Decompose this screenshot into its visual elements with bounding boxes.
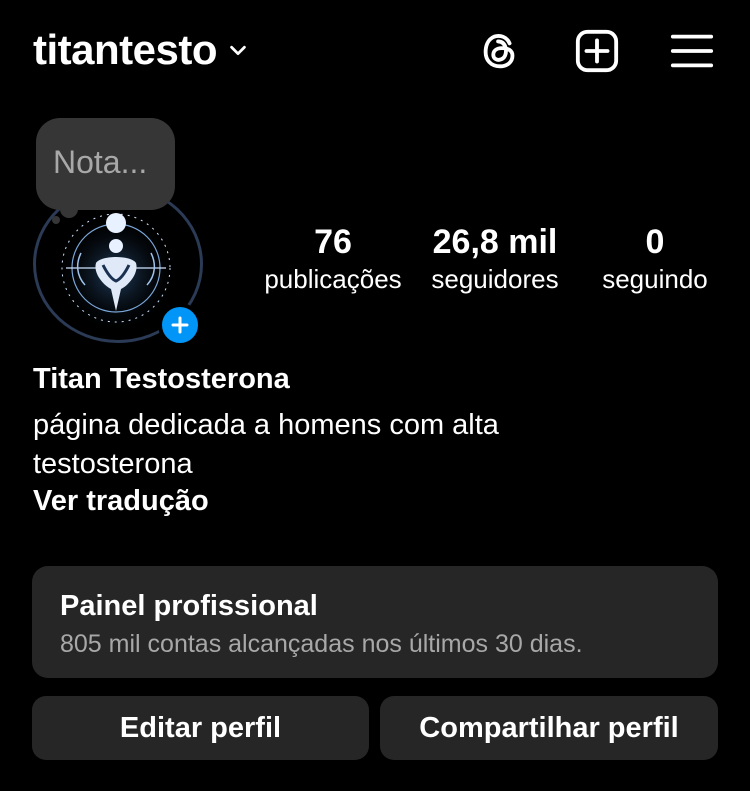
stat-following-value: 0	[645, 223, 665, 261]
stat-posts-label: publicações	[264, 264, 402, 294]
username: titantesto	[33, 26, 218, 73]
professional-dashboard[interactable]: Painel profissional 805 mil contas alcan…	[32, 566, 718, 678]
dashboard-title: Painel profissional	[60, 590, 318, 622]
stat-following-label: seguindo	[602, 264, 708, 294]
note-bubble-tail	[60, 200, 78, 218]
profile-name: Titan Testosterona	[33, 363, 290, 395]
edit-profile-button[interactable]: Editar perfil	[32, 696, 369, 760]
add-story-button[interactable]	[158, 303, 202, 347]
note-bubble-tail-small	[52, 216, 60, 224]
plus-icon	[171, 316, 189, 334]
stat-posts-value: 76	[314, 223, 352, 261]
create-post-icon[interactable]	[574, 28, 620, 74]
stat-followers-label: seguidores	[431, 264, 559, 294]
profile-header: titantesto	[0, 0, 750, 105]
chevron-down-icon	[230, 45, 246, 56]
stat-following[interactable]: 0 seguindo	[585, 222, 725, 296]
stat-followers-value: 26,8 mil	[432, 223, 558, 261]
threads-icon[interactable]	[477, 28, 523, 74]
account-switcher[interactable]: titantesto	[33, 26, 249, 74]
dashboard-subtitle: 805 mil contas alcançadas nos últimos 30…	[60, 630, 583, 658]
bio-text: página dedicada a homens com alta testos…	[33, 409, 499, 480]
note-placeholder: Nota...	[53, 144, 148, 180]
menu-icon[interactable]	[669, 28, 715, 74]
stat-posts[interactable]: 76 publicações	[258, 222, 408, 296]
stat-followers[interactable]: 26,8 mil seguidores	[420, 222, 570, 296]
share-profile-button[interactable]: Compartilhar perfil	[380, 696, 718, 760]
see-translation-link[interactable]: Ver tradução	[33, 485, 209, 518]
